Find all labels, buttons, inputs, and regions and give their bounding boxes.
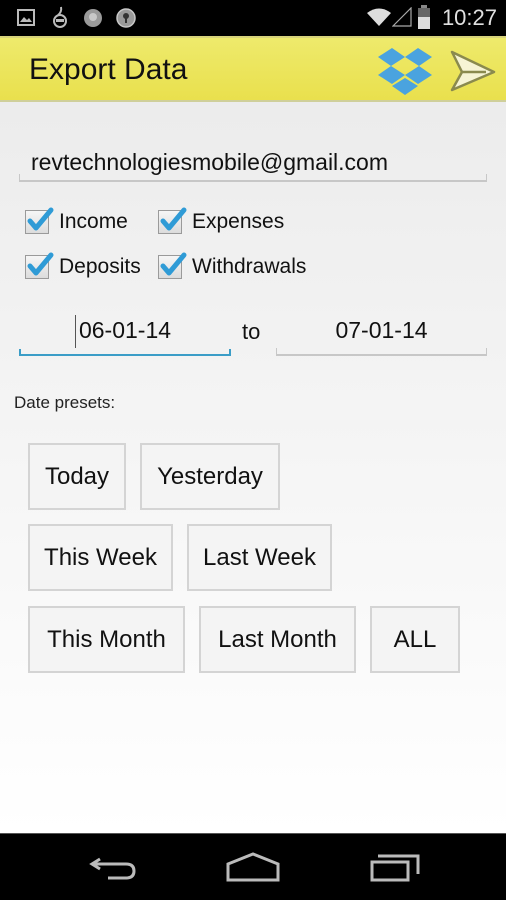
back-icon <box>89 857 136 880</box>
checkmark-icon <box>27 207 54 231</box>
cell-signal-icon <box>392 7 412 27</box>
date-to-underline <box>276 348 487 356</box>
email-field-container <box>19 142 487 182</box>
battery-icon <box>418 5 430 29</box>
navigation-bar <box>0 833 506 900</box>
checkbox-label: Expenses <box>192 210 285 233</box>
page-title: Export Data <box>29 53 188 86</box>
status-bar: 10:27 <box>0 0 506 36</box>
checkbox-box <box>158 207 187 234</box>
date-from-container <box>19 310 231 356</box>
preset-today-button[interactable]: Today <box>28 443 126 510</box>
send-button[interactable] <box>448 48 498 94</box>
preset-last-month-button[interactable]: Last Month <box>199 606 356 673</box>
dropbox-icon <box>378 48 432 95</box>
checkbox-box <box>25 252 54 279</box>
checkmark-icon <box>160 207 187 231</box>
back-button[interactable] <box>86 850 138 889</box>
keyhole-icon <box>116 8 136 28</box>
checkbox-box <box>158 252 187 279</box>
date-to-container <box>276 310 487 356</box>
checkbox-income[interactable]: Income <box>25 207 128 234</box>
preset-last-week-button[interactable]: Last Week <box>187 524 332 591</box>
checkmark-icon <box>27 252 54 276</box>
recents-icon <box>370 854 420 882</box>
preset-this-month-button[interactable]: This Month <box>28 606 185 673</box>
checkbox-box <box>25 207 54 234</box>
app-circle-icon <box>84 9 102 27</box>
dropbox-button[interactable] <box>374 43 436 99</box>
wifi-icon <box>367 8 391 26</box>
send-icon <box>450 50 496 92</box>
gallery-icon <box>17 9 35 26</box>
checkbox-expenses[interactable]: Expenses <box>158 207 285 234</box>
preset-all-button[interactable]: ALL <box>370 606 460 673</box>
text-cursor <box>75 315 76 348</box>
checkbox-label: Withdrawals <box>192 255 307 278</box>
android-debug-icon <box>53 6 67 28</box>
checkbox-deposits[interactable]: Deposits <box>25 252 141 279</box>
action-bar: Export Data <box>0 36 506 102</box>
home-icon <box>226 852 280 882</box>
home-button[interactable] <box>226 850 280 887</box>
checkbox-label: Deposits <box>59 255 141 278</box>
checkmark-icon <box>160 252 187 276</box>
to-label: to <box>242 319 261 344</box>
checkbox-label: Income <box>59 210 128 233</box>
date-from-underline <box>19 349 231 356</box>
recents-button[interactable] <box>370 852 420 887</box>
export-form: Income Expenses Deposits Withdrawals to … <box>0 102 506 833</box>
email-field-underline <box>19 174 487 182</box>
preset-yesterday-button[interactable]: Yesterday <box>140 443 280 510</box>
checkbox-withdrawals[interactable]: Withdrawals <box>158 252 307 279</box>
clock: 10:27 <box>441 5 497 30</box>
date-presets-label: Date presets: <box>14 393 116 412</box>
preset-this-week-button[interactable]: This Week <box>28 524 173 591</box>
